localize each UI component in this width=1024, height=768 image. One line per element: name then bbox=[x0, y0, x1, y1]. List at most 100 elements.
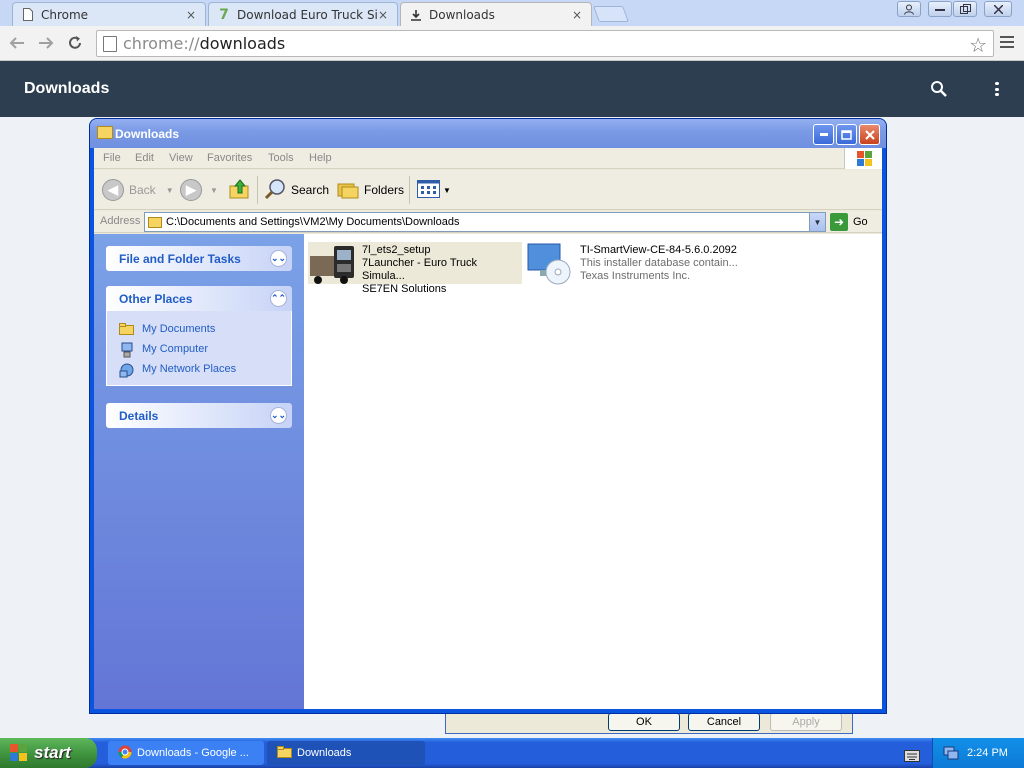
explorer-toolbar: ◀ Back ▼ ▶ ▼ Search Folders ▼ bbox=[94, 170, 882, 210]
url-scheme: chrome:// bbox=[123, 34, 200, 53]
tab-close-icon[interactable]: × bbox=[571, 8, 583, 22]
other-places-list: My Documents My Computer My Network Plac… bbox=[106, 311, 292, 386]
cancel-button[interactable]: Cancel bbox=[688, 713, 760, 731]
go-label: Go bbox=[853, 216, 868, 228]
menu-tools[interactable]: Tools bbox=[268, 152, 294, 164]
expand-chevron-icon[interactable]: ⌄⌄ bbox=[270, 250, 287, 267]
menu-file[interactable]: File bbox=[103, 152, 121, 164]
forward-arrow-icon[interactable] bbox=[35, 32, 57, 54]
minimize-icon[interactable] bbox=[813, 124, 834, 145]
menu-favorites[interactable]: Favorites bbox=[207, 152, 252, 164]
network-icon bbox=[119, 362, 135, 378]
ok-button[interactable]: OK bbox=[608, 713, 680, 731]
forward-button[interactable]: ▶ ▼ bbox=[180, 178, 218, 202]
tab-downloads[interactable]: Downloads × bbox=[400, 2, 592, 27]
views-button[interactable]: ▼ bbox=[417, 178, 451, 202]
tab-label: Downloads bbox=[429, 8, 495, 22]
profile-icon[interactable] bbox=[897, 1, 921, 17]
explorer-window: Downloads File Edit View Favorites Tools… bbox=[90, 119, 886, 713]
reload-icon[interactable] bbox=[64, 32, 86, 54]
restore-icon[interactable] bbox=[953, 1, 977, 17]
back-arrow-icon: ◀ bbox=[102, 179, 124, 201]
menu-edit[interactable]: Edit bbox=[135, 152, 154, 164]
more-options-icon[interactable] bbox=[995, 82, 999, 96]
place-my-computer[interactable]: My Computer bbox=[119, 339, 291, 359]
window-title: Downloads bbox=[115, 127, 180, 141]
other-places-header[interactable]: Other Places ⌃⌃ bbox=[106, 286, 292, 311]
file-name: TI-SmartView-CE-84-5.6.0.2092 bbox=[580, 244, 737, 256]
explorer-client-area: File Edit View Favorites Tools Help ◀ Ba… bbox=[94, 148, 882, 709]
task-label: Downloads bbox=[297, 747, 352, 759]
minimize-icon[interactable] bbox=[928, 1, 952, 17]
tab-chrome[interactable]: Chrome × bbox=[12, 2, 206, 26]
file-company: Texas Instruments Inc. bbox=[580, 270, 691, 282]
place-label: My Computer bbox=[142, 343, 209, 355]
start-button[interactable]: start bbox=[0, 738, 97, 768]
page-icon bbox=[21, 8, 35, 22]
new-tab-button[interactable] bbox=[593, 6, 629, 22]
collapse-chevron-icon[interactable]: ⌃⌃ bbox=[270, 290, 287, 307]
menu-bar: File Edit View Favorites Tools Help bbox=[94, 148, 882, 169]
address-path: C:\Documents and Settings\VM2\My Documen… bbox=[166, 216, 460, 228]
tab-close-icon[interactable]: × bbox=[185, 8, 197, 22]
tab-close-icon[interactable]: × bbox=[377, 8, 389, 22]
folders-button[interactable]: Folders bbox=[337, 178, 404, 202]
chrome-menu-icon[interactable] bbox=[1000, 36, 1014, 48]
apply-button[interactable]: Apply bbox=[770, 713, 842, 731]
search-icon[interactable] bbox=[930, 80, 948, 98]
up-folder-button[interactable] bbox=[229, 178, 251, 202]
chrome-icon bbox=[118, 745, 132, 762]
panel-title: Other Places bbox=[119, 292, 193, 306]
address-bar[interactable]: chrome://downloads ☆ bbox=[96, 30, 994, 57]
file-description: 7Launcher - Euro Truck Simula... bbox=[362, 257, 477, 282]
network-connection-icon[interactable] bbox=[943, 744, 959, 763]
truck-icon bbox=[308, 242, 356, 284]
folder-icon bbox=[277, 745, 292, 761]
back-button[interactable]: ◀ Back ▼ bbox=[102, 178, 174, 202]
file-company: SE7EN Solutions bbox=[362, 283, 447, 295]
file-item-7l-ets2-setup[interactable]: 7l_ets2_setup 7Launcher - Euro Truck Sim… bbox=[308, 242, 522, 295]
system-tray: 2:24 PM bbox=[932, 738, 1024, 768]
file-name: 7l_ets2_setup bbox=[362, 244, 431, 256]
bookmark-star-icon[interactable]: ☆ bbox=[969, 33, 987, 57]
back-label: Back bbox=[129, 183, 156, 197]
place-label: My Network Places bbox=[142, 363, 237, 375]
chevron-down-icon: ▼ bbox=[443, 185, 451, 195]
menu-view[interactable]: View bbox=[169, 152, 193, 164]
address-input[interactable]: C:\Documents and Settings\VM2\My Documen… bbox=[144, 212, 826, 232]
go-arrow-icon: ➜ bbox=[830, 213, 848, 231]
keyboard-icon[interactable] bbox=[904, 747, 920, 766]
folder-icon bbox=[148, 216, 162, 228]
expand-chevron-icon[interactable]: ⌄⌄ bbox=[270, 407, 287, 424]
details-header[interactable]: Details ⌄⌄ bbox=[106, 403, 292, 428]
taskbar-item-chrome[interactable]: Downloads - Google ... bbox=[108, 741, 264, 765]
taskbar: start Downloads - Google ... Downloads 2… bbox=[0, 738, 1024, 768]
tab-label: Download Euro Truck Simulat bbox=[237, 7, 377, 22]
explorer-title-bar[interactable]: Downloads bbox=[90, 119, 886, 148]
place-my-network-places[interactable]: My Network Places bbox=[119, 359, 291, 379]
go-button[interactable]: ➜ Go bbox=[830, 213, 868, 231]
file-folder-tasks-panel: File and Folder Tasks ⌄⌄ bbox=[106, 246, 292, 271]
folder-icon bbox=[97, 126, 113, 139]
page-title: Downloads bbox=[24, 80, 110, 97]
folders-label: Folders bbox=[364, 183, 405, 197]
file-folder-tasks-header[interactable]: File and Folder Tasks ⌄⌄ bbox=[106, 246, 292, 271]
clock[interactable]: 2:24 PM bbox=[967, 747, 1008, 759]
file-item-ti-smartview[interactable]: TI-SmartView-CE-84-5.6.0.2092 This insta… bbox=[526, 242, 756, 285]
maximize-icon[interactable] bbox=[836, 124, 857, 145]
place-my-documents[interactable]: My Documents bbox=[119, 319, 291, 339]
taskbar-item-downloads[interactable]: Downloads bbox=[267, 741, 425, 765]
tab-download-euro-truck[interactable]: 7 Download Euro Truck Simulat × bbox=[208, 2, 398, 26]
back-arrow-icon[interactable] bbox=[6, 32, 28, 54]
task-label: Downloads - Google ... bbox=[137, 747, 249, 759]
close-icon[interactable] bbox=[859, 124, 880, 145]
search-button[interactable]: Search bbox=[264, 178, 329, 202]
windows-logo-icon bbox=[844, 148, 882, 169]
panel-title: File and Folder Tasks bbox=[119, 252, 241, 266]
chevron-down-icon: ▼ bbox=[210, 185, 218, 195]
close-icon[interactable] bbox=[984, 1, 1012, 17]
chevron-down-icon[interactable]: ▼ bbox=[809, 213, 825, 231]
chrome-tab-strip: Chrome × 7 Download Euro Truck Simulat ×… bbox=[0, 0, 1024, 27]
downloads-header: Downloads bbox=[0, 61, 1024, 117]
menu-help[interactable]: Help bbox=[309, 152, 332, 164]
